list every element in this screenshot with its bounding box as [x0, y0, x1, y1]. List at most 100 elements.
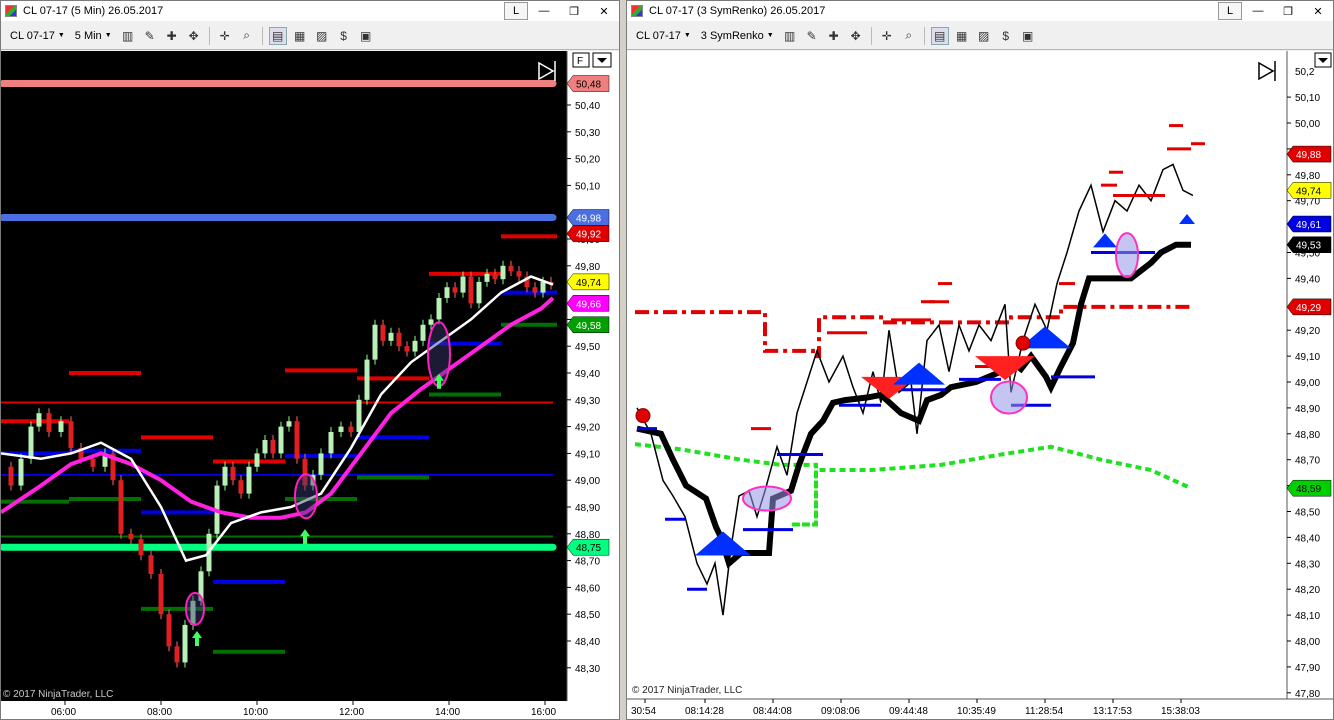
draw-tools-icon[interactable]: ✚	[163, 27, 181, 45]
period-selector[interactable]: 5 Min ▼	[72, 26, 115, 46]
candle	[364, 359, 370, 400]
candle	[278, 426, 284, 454]
price-tick-label: 48,90	[1295, 404, 1320, 415]
candle	[118, 480, 124, 534]
erase-icon[interactable]: ✥	[847, 27, 865, 45]
time-tick-label: 14:00	[435, 707, 460, 718]
pencil-icon[interactable]: ✎	[803, 27, 821, 45]
indicators-icon[interactable]: ▦	[953, 27, 971, 45]
candle	[500, 265, 506, 280]
chevron-down-icon: ▼	[683, 32, 691, 39]
price-tick-label: 49,50	[575, 342, 600, 353]
price-tick-label: 50,2	[1295, 67, 1315, 78]
price-tick-label: 50,10	[575, 181, 600, 192]
pencil-icon[interactable]: ✎	[141, 27, 159, 45]
strategies-icon[interactable]: ▨	[975, 27, 993, 45]
price-tick-label: 49,40	[1295, 274, 1320, 285]
dollar-icon[interactable]: $	[335, 27, 353, 45]
window-title: CL 07-17 (5 Min) 26.05.2017	[23, 5, 164, 17]
data-box-icon[interactable]: ▣	[357, 27, 375, 45]
layout-button[interactable]: L	[504, 2, 528, 20]
price-chart[interactable]: 50,250,1050,0049,9049,8049,7049,5049,404…	[627, 51, 1334, 720]
time-tick-label: 16:00	[531, 707, 556, 718]
price-tick-label: 49,20	[575, 423, 600, 434]
time-axis	[1, 701, 619, 719]
candle	[318, 453, 324, 475]
candle	[138, 539, 144, 556]
chart-toolbar: CL 07-17 ▼ 5 Min ▼ ▥ ✎ ✚ ✥ ✛ ⌕ ▤ ▦ ▨ $ ▣	[1, 22, 619, 50]
chevron-down-icon: ▼	[57, 32, 65, 39]
zoom-icon[interactable]: ⌕	[900, 27, 918, 45]
erase-icon[interactable]: ✥	[185, 27, 203, 45]
time-tick-label: 09:44:48	[889, 706, 928, 717]
data-box-icon[interactable]: ▣	[1019, 27, 1037, 45]
close-button[interactable]: ✕	[590, 2, 618, 20]
candle	[476, 281, 482, 304]
properties-icon[interactable]: ▤	[930, 26, 949, 45]
price-tick-label: 49,10	[1295, 352, 1320, 363]
properties-icon[interactable]: ▤	[268, 26, 287, 45]
signal-ellipse	[742, 485, 792, 512]
restore-button[interactable]: ❐	[560, 2, 588, 20]
price-tick-label: 49,00	[1295, 378, 1320, 389]
close-button[interactable]: ✕	[1304, 2, 1332, 20]
candle	[516, 271, 522, 277]
price-tick-label: 48,70	[575, 557, 600, 568]
candle	[436, 297, 442, 320]
title-bar[interactable]: CL 07-17 (3 SymRenko) 26.05.2017 L — ❐ ✕	[627, 1, 1333, 21]
crosshair-icon[interactable]: ✛	[878, 27, 896, 45]
price-tick-label: 49,80	[1295, 171, 1320, 182]
strategies-icon[interactable]: ▨	[313, 27, 331, 45]
price-tick-label: 48,40	[575, 637, 600, 648]
price-tick-label: 50,10	[1295, 93, 1320, 104]
restore-button[interactable]: ❐	[1274, 2, 1302, 20]
chevron-down-icon: ▼	[104, 32, 112, 39]
layout-button[interactable]: L	[1218, 2, 1242, 20]
instrument-selector[interactable]: CL 07-17 ▼	[633, 26, 694, 46]
price-flag-label: 49,58	[576, 321, 601, 332]
time-tick-label: 06:00	[51, 707, 76, 718]
price-flag-label: 49,66	[576, 299, 601, 310]
draw-tools-icon[interactable]: ✚	[825, 27, 843, 45]
price-tick-label: 49,10	[575, 449, 600, 460]
price-flag-label: 48,59	[1296, 484, 1321, 495]
ninjatrader-app-icon	[5, 5, 17, 17]
candle	[148, 555, 154, 574]
price-tick-label: 49,80	[575, 262, 600, 273]
signal-ellipse	[1115, 232, 1139, 279]
bar-type-icon[interactable]: ▥	[119, 27, 137, 45]
chart-panel[interactable]: 50,250,1050,0049,9049,8049,7049,5049,404…	[627, 51, 1333, 719]
time-tick-label: 13:17:53	[1093, 706, 1132, 717]
indicators-icon[interactable]: ▦	[291, 27, 309, 45]
price-tick-label: 48,40	[1295, 533, 1320, 544]
minimize-button[interactable]: —	[530, 2, 558, 20]
candle	[90, 458, 96, 467]
crosshair-icon[interactable]: ✛	[216, 27, 234, 45]
minimize-button[interactable]: —	[1244, 2, 1272, 20]
chart-window-5min: CL 07-17 (5 Min) 26.05.2017 L — ❐ ✕ CL 0…	[0, 0, 620, 720]
chart-panel[interactable]: F50,4050,3050,2050,1049,9049,8049,6049,5…	[1, 51, 619, 719]
price-chart[interactable]: F50,4050,3050,2050,1049,9049,8049,6049,5…	[1, 51, 620, 720]
price-tick-label: 48,10	[1295, 611, 1320, 622]
candle	[460, 276, 466, 293]
price-tick-label: 48,80	[1295, 430, 1320, 441]
signal-ellipse	[294, 473, 318, 520]
candle	[238, 480, 244, 494]
price-tick-label: 49,30	[575, 396, 600, 407]
candle	[174, 646, 180, 663]
candle	[380, 324, 386, 341]
title-bar[interactable]: CL 07-17 (5 Min) 26.05.2017 L — ❐ ✕	[1, 1, 619, 21]
instrument-selector[interactable]: CL 07-17 ▼	[7, 26, 68, 46]
candle	[396, 332, 402, 347]
candle	[356, 399, 362, 432]
price-tick-label: 48,70	[1295, 456, 1320, 467]
zoom-icon[interactable]: ⌕	[238, 27, 256, 45]
period-selector[interactable]: 3 SymRenko ▼	[698, 26, 777, 46]
signal-ellipse	[990, 380, 1028, 415]
dollar-icon[interactable]: $	[997, 27, 1015, 45]
price-flag-label: 49,92	[576, 230, 601, 241]
price-flag-label: 49,53	[1296, 241, 1321, 252]
price-flag-label: 49,61	[1296, 220, 1321, 231]
bar-type-icon[interactable]: ▥	[781, 27, 799, 45]
candle	[18, 458, 24, 486]
